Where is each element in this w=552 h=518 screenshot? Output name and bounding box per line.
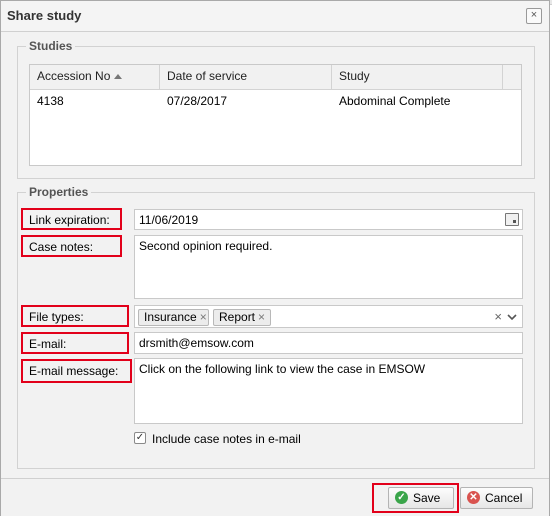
- properties-legend: Properties: [29, 185, 89, 199]
- include-notes-checkbox[interactable]: ✓: [134, 432, 146, 444]
- cancel-icon: ✕: [467, 491, 480, 504]
- dialog-footer: ✓ Save ✕ Cancel: [1, 478, 549, 516]
- column-date-of-service[interactable]: Date of service: [160, 65, 332, 89]
- cell-accession-no: 4138: [37, 94, 64, 108]
- case-notes-textarea[interactable]: Second opinion required.: [134, 235, 523, 299]
- email-message-label: E-mail message:: [29, 364, 119, 378]
- dialog-title: Share study: [7, 8, 82, 23]
- sort-ascending-icon: [114, 74, 123, 79]
- column-study[interactable]: Study: [332, 65, 503, 89]
- case-notes-label: Case notes:: [29, 240, 94, 254]
- include-notes-label: Include case notes in e-mail: [152, 432, 301, 446]
- table-row[interactable]: 4138 07/28/2017 Abdominal Complete: [30, 89, 521, 113]
- email-label: E-mail:: [29, 337, 67, 351]
- close-icon[interactable]: ×: [526, 8, 542, 24]
- file-type-tag: Insurance ×: [138, 309, 209, 326]
- link-expiration-label: Link expiration:: [29, 213, 110, 227]
- grid-header: Accession No Date of service Study: [30, 65, 521, 90]
- file-types-select[interactable]: Insurance × Report × ×: [134, 305, 523, 328]
- studies-legend: Studies: [29, 39, 73, 53]
- clear-selection-icon[interactable]: ×: [494, 309, 502, 324]
- cell-study: Abdominal Complete: [339, 94, 451, 108]
- share-study-dialog: Share study × Studies Accession No Date …: [0, 0, 550, 516]
- case-notes-value: Second opinion required.: [139, 239, 273, 253]
- cell-date-of-service: 07/28/2017: [167, 94, 228, 108]
- calendar-icon[interactable]: [505, 213, 519, 226]
- studies-grid: Accession No Date of service Study 4138 …: [29, 64, 522, 166]
- column-accession-no[interactable]: Accession No: [30, 65, 160, 89]
- remove-tag-icon[interactable]: ×: [258, 310, 265, 325]
- dialog-titlebar: Share study ×: [1, 1, 549, 32]
- email-message-value: Click on the following link to view the …: [139, 362, 426, 376]
- checkmark-icon: ✓: [395, 491, 408, 504]
- save-button[interactable]: ✓ Save: [388, 487, 454, 509]
- file-type-tag: Report ×: [213, 309, 271, 326]
- file-types-label: File types:: [29, 310, 84, 324]
- chevron-down-icon[interactable]: [507, 314, 517, 321]
- link-expiration-field[interactable]: 11/06/2019: [134, 209, 523, 230]
- link-expiration-value: 11/06/2019: [139, 213, 199, 227]
- email-field[interactable]: drsmith@emsow.com: [134, 332, 523, 354]
- email-value: drsmith@emsow.com: [139, 336, 254, 350]
- email-message-textarea[interactable]: Click on the following link to view the …: [134, 358, 523, 424]
- cancel-button[interactable]: ✕ Cancel: [460, 487, 533, 509]
- remove-tag-icon[interactable]: ×: [200, 310, 207, 325]
